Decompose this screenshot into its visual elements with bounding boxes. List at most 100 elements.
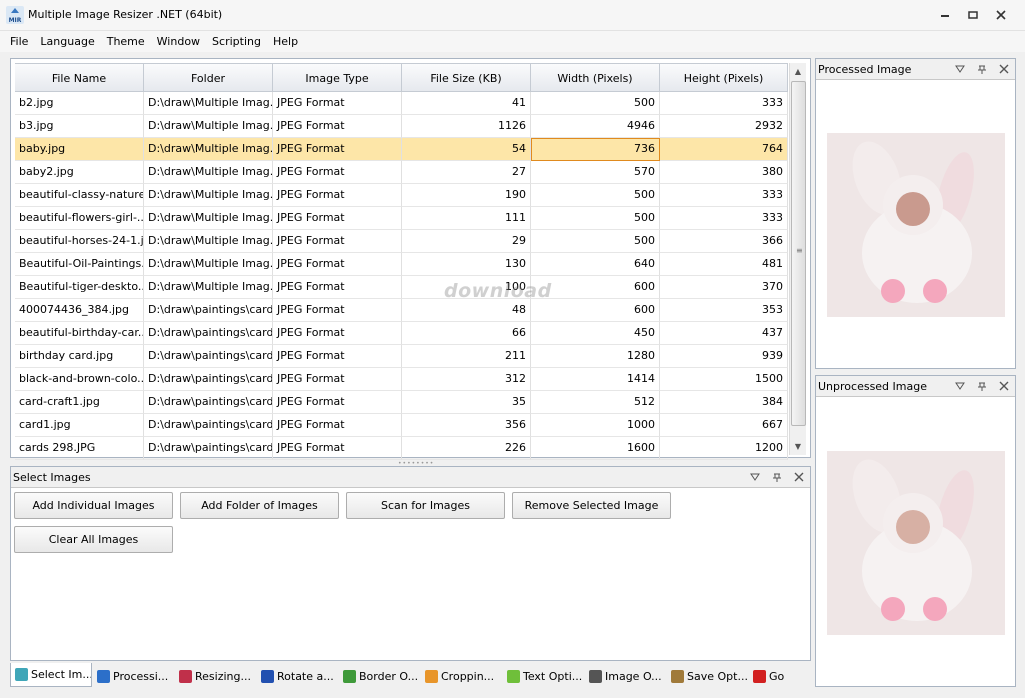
tab-0[interactable]: Select Im... — [10, 663, 92, 687]
panel-menu-icon[interactable] — [953, 62, 967, 76]
table-row[interactable]: b2.jpg D:\draw\Multiple Imag... JPEG Forma… — [15, 92, 788, 115]
tab-4[interactable]: Border O... — [338, 665, 420, 687]
panel-close-icon[interactable] — [997, 379, 1011, 393]
cell-file-name[interactable]: b2.jpg — [15, 92, 144, 115]
cell-file-size[interactable]: 111 — [402, 207, 531, 230]
table-scrollbar[interactable]: ▲ ≡ ▼ — [789, 63, 806, 455]
tab-6[interactable]: Text Opti... — [502, 665, 584, 687]
cell-folder[interactable]: D:\draw\Multiple Imag... — [144, 230, 273, 253]
cell-image-type[interactable]: JPEG Format — [273, 345, 402, 368]
cell-height[interactable]: 333 — [660, 184, 788, 207]
tab-2[interactable]: Resizing... — [174, 665, 256, 687]
cell-file-name[interactable]: black-and-brown-colo... — [15, 368, 144, 391]
cell-file-name[interactable]: baby2.jpg — [15, 161, 144, 184]
cell-folder[interactable]: D:\draw\paintings\cards — [144, 391, 273, 414]
table-row[interactable]: 400074436_384.jpg D:\draw\paintings\cards… — [15, 299, 788, 322]
panel-pin-icon[interactable] — [770, 470, 784, 484]
cell-folder[interactable]: D:\draw\paintings\cards — [144, 322, 273, 345]
cell-width[interactable]: 500 — [531, 230, 660, 253]
cell-height[interactable]: 370 — [660, 276, 788, 299]
cell-file-name[interactable]: beautiful-horses-24-1.j... — [15, 230, 144, 253]
cell-height[interactable]: 481 — [660, 253, 788, 276]
cell-width[interactable]: 500 — [531, 184, 660, 207]
table-row[interactable]: beautiful-birthday-car... D:\draw\paintin… — [15, 322, 788, 345]
horizontal-splitter[interactable]: •••••••• — [398, 460, 434, 467]
cell-file-name[interactable]: Beautiful-tiger-deskto... — [15, 276, 144, 299]
cell-width[interactable]: 1600 — [531, 437, 660, 460]
cell-file-size[interactable]: 130 — [402, 253, 531, 276]
tab-5[interactable]: Croppin... — [420, 665, 502, 687]
panel-menu-icon[interactable] — [953, 379, 967, 393]
column-file-name[interactable]: File Name — [15, 63, 144, 92]
cell-height[interactable]: 366 — [660, 230, 788, 253]
cell-file-size[interactable]: 356 — [402, 414, 531, 437]
cell-file-name[interactable]: beautiful-birthday-car... — [15, 322, 144, 345]
cell-image-type[interactable]: JPEG Format — [273, 184, 402, 207]
column-height[interactable]: Height (Pixels) — [660, 63, 788, 92]
cell-file-size[interactable]: 211 — [402, 345, 531, 368]
cell-width[interactable]: 4946 — [531, 115, 660, 138]
scan-for-images-button[interactable]: Scan for Images — [346, 492, 505, 519]
table-row[interactable]: beautiful-horses-24-1.j... D:\draw\Multip… — [15, 230, 788, 253]
cell-file-name[interactable]: card1.jpg — [15, 414, 144, 437]
cell-image-type[interactable]: JPEG Format — [273, 437, 402, 460]
cell-folder[interactable]: D:\draw\Multiple Imag... — [144, 207, 273, 230]
cell-height[interactable]: 2932 — [660, 115, 788, 138]
cell-height[interactable]: 1500 — [660, 368, 788, 391]
cell-folder[interactable]: D:\draw\Multiple Imag... — [144, 253, 273, 276]
cell-file-name[interactable]: 400074436_384.jpg — [15, 299, 144, 322]
cell-file-size[interactable]: 66 — [402, 322, 531, 345]
cell-width[interactable]: 1280 — [531, 345, 660, 368]
cell-file-size[interactable]: 312 — [402, 368, 531, 391]
cell-folder[interactable]: D:\draw\paintings\cards — [144, 345, 273, 368]
cell-folder[interactable]: D:\draw\Multiple Imag... — [144, 138, 273, 161]
cell-image-type[interactable]: JPEG Format — [273, 368, 402, 391]
tab-7[interactable]: Image O... — [584, 665, 666, 687]
table-row[interactable]: baby2.jpg D:\draw\Multiple Imag... JPEG Fo… — [15, 161, 788, 184]
cell-image-type[interactable]: JPEG Format — [273, 230, 402, 253]
cell-height[interactable]: 437 — [660, 322, 788, 345]
cell-folder[interactable]: D:\draw\Multiple Imag... — [144, 115, 273, 138]
cell-folder[interactable]: D:\draw\paintings\cards — [144, 368, 273, 391]
cell-height[interactable]: 380 — [660, 161, 788, 184]
cell-width[interactable]: 640 — [531, 253, 660, 276]
scroll-up-icon[interactable]: ▲ — [790, 63, 806, 80]
cell-file-name[interactable]: b3.jpg — [15, 115, 144, 138]
column-file-size[interactable]: File Size (KB) — [402, 63, 531, 92]
menu-theme[interactable]: Theme — [101, 31, 151, 52]
menu-window[interactable]: Window — [151, 31, 206, 52]
table-row[interactable]: Beautiful-Oil-Paintings... D:\draw\Multip… — [15, 253, 788, 276]
cell-width[interactable]: 500 — [531, 207, 660, 230]
cell-file-size[interactable]: 190 — [402, 184, 531, 207]
cell-height[interactable]: 384 — [660, 391, 788, 414]
cell-file-name[interactable]: Beautiful-Oil-Paintings... — [15, 253, 144, 276]
cell-width[interactable]: 450 — [531, 322, 660, 345]
tab-8[interactable]: Save Opt... — [666, 665, 748, 687]
cell-folder[interactable]: D:\draw\paintings\cards — [144, 437, 273, 460]
cell-image-type[interactable]: JPEG Format — [273, 115, 402, 138]
cell-width[interactable]: 600 — [531, 299, 660, 322]
cell-width[interactable]: 736 — [531, 138, 660, 161]
cell-file-name[interactable]: cards 298.JPG — [15, 437, 144, 460]
menu-help[interactable]: Help — [267, 31, 304, 52]
cell-height[interactable]: 1200 — [660, 437, 788, 460]
cell-image-type[interactable]: JPEG Format — [273, 207, 402, 230]
cell-height[interactable]: 353 — [660, 299, 788, 322]
scroll-thumb[interactable]: ≡ — [791, 81, 806, 426]
table-row[interactable]: beautiful-classy-nature... D:\draw\Multip… — [15, 184, 788, 207]
remove-selected-image-button[interactable]: Remove Selected Image — [512, 492, 671, 519]
cell-image-type[interactable]: JPEG Format — [273, 414, 402, 437]
cell-file-name[interactable]: baby.jpg — [15, 138, 144, 161]
cell-file-size[interactable]: 226 — [402, 437, 531, 460]
cell-width[interactable]: 500 — [531, 92, 660, 115]
column-width[interactable]: Width (Pixels) — [531, 63, 660, 92]
cell-height[interactable]: 333 — [660, 92, 788, 115]
cell-folder[interactable]: D:\draw\Multiple Imag... — [144, 184, 273, 207]
cell-file-size[interactable]: 1126 — [402, 115, 531, 138]
cell-folder[interactable]: D:\draw\paintings\cards — [144, 414, 273, 437]
cell-width[interactable]: 570 — [531, 161, 660, 184]
cell-image-type[interactable]: JPEG Format — [273, 299, 402, 322]
cell-image-type[interactable]: JPEG Format — [273, 391, 402, 414]
cell-file-name[interactable]: birthday card.jpg — [15, 345, 144, 368]
cell-folder[interactable]: D:\draw\Multiple Imag... — [144, 276, 273, 299]
